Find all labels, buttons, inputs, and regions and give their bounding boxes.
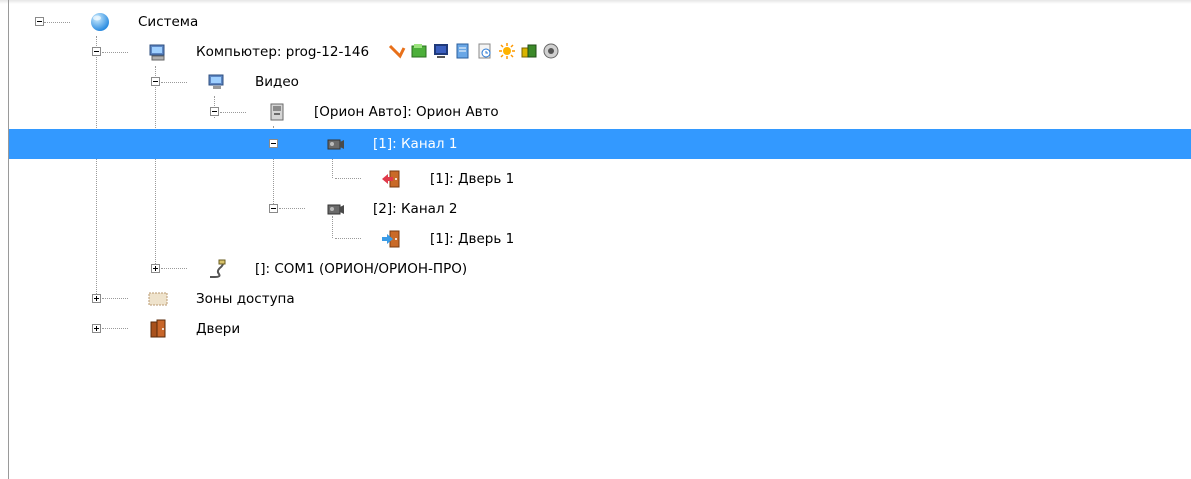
tree-node-channel-2[interactable]: [2]: Канал 2 xyxy=(9,194,1191,224)
expand-toggle[interactable] xyxy=(92,324,101,333)
tree-node-doors[interactable]: Двери xyxy=(9,314,1191,344)
arrow-icon[interactable] xyxy=(388,42,406,60)
collapse-toggle[interactable] xyxy=(35,17,44,26)
node-label: [Орион Авто]: Орион Авто xyxy=(314,104,499,120)
doors-icon xyxy=(148,319,168,339)
tree-node-orion[interactable]: [Орион Авто]: Орион Авто xyxy=(9,97,1191,127)
globe-icon xyxy=(90,12,110,32)
expand-toggle[interactable] xyxy=(151,264,160,273)
monitor-icon[interactable] xyxy=(432,42,450,60)
zone-icon xyxy=(148,289,168,309)
folder-icon[interactable] xyxy=(410,42,428,60)
tree-node-door-1[interactable]: [1]: Дверь 1 xyxy=(9,164,1191,194)
tree-node-computer[interactable]: Компьютер: prog-12-146 xyxy=(9,37,1191,67)
camera-icon xyxy=(326,199,346,219)
node-label: [1]: Дверь 1 xyxy=(430,231,515,247)
node-label: Видео xyxy=(255,74,299,90)
node-label: Система xyxy=(138,14,199,30)
tree-node-system[interactable]: Система xyxy=(9,7,1191,37)
expand-toggle[interactable] xyxy=(92,294,101,303)
collapse-toggle[interactable] xyxy=(269,204,278,213)
collapse-toggle[interactable] xyxy=(151,77,160,86)
collapse-toggle[interactable] xyxy=(210,107,219,116)
node-label: Компьютер: prog-12-146 xyxy=(196,44,370,60)
tree-node-door-1[interactable]: [1]: Дверь 1 xyxy=(9,224,1191,254)
node-label: Двери xyxy=(196,321,241,337)
camera-icon xyxy=(326,134,346,154)
monitor-icon xyxy=(207,72,227,92)
node-label: [1]: Канал 1 xyxy=(373,136,458,152)
node-label: [1]: Дверь 1 xyxy=(430,171,515,187)
computer-icon xyxy=(148,42,168,62)
collapse-toggle[interactable] xyxy=(92,47,101,56)
cable-icon xyxy=(207,259,227,279)
clock-icon[interactable] xyxy=(476,42,494,60)
speaker-icon[interactable] xyxy=(542,42,560,60)
tree-node-video[interactable]: Видео xyxy=(9,67,1191,97)
computer-toolbar xyxy=(388,42,560,60)
node-label: Зоны доступа xyxy=(196,291,295,307)
document-icon[interactable] xyxy=(454,42,472,60)
node-label: [2]: Канал 2 xyxy=(373,201,458,217)
collapse-toggle[interactable] xyxy=(269,139,278,148)
server-icon xyxy=(267,102,287,122)
tree-node-zones[interactable]: Зоны доступа xyxy=(9,284,1191,314)
tree-node-com1[interactable]: []: COM1 (ОРИОН/ОРИОН-ПРО) xyxy=(9,254,1191,284)
door-exit-icon xyxy=(381,169,401,189)
sun-icon[interactable] xyxy=(498,42,516,60)
node-label: []: COM1 (ОРИОН/ОРИОН-ПРО) xyxy=(255,261,468,277)
coins-icon[interactable] xyxy=(520,42,538,60)
tree-node-channel-1[interactable]: [1]: Канал 1 xyxy=(9,129,1191,159)
door-enter-icon xyxy=(381,229,401,249)
